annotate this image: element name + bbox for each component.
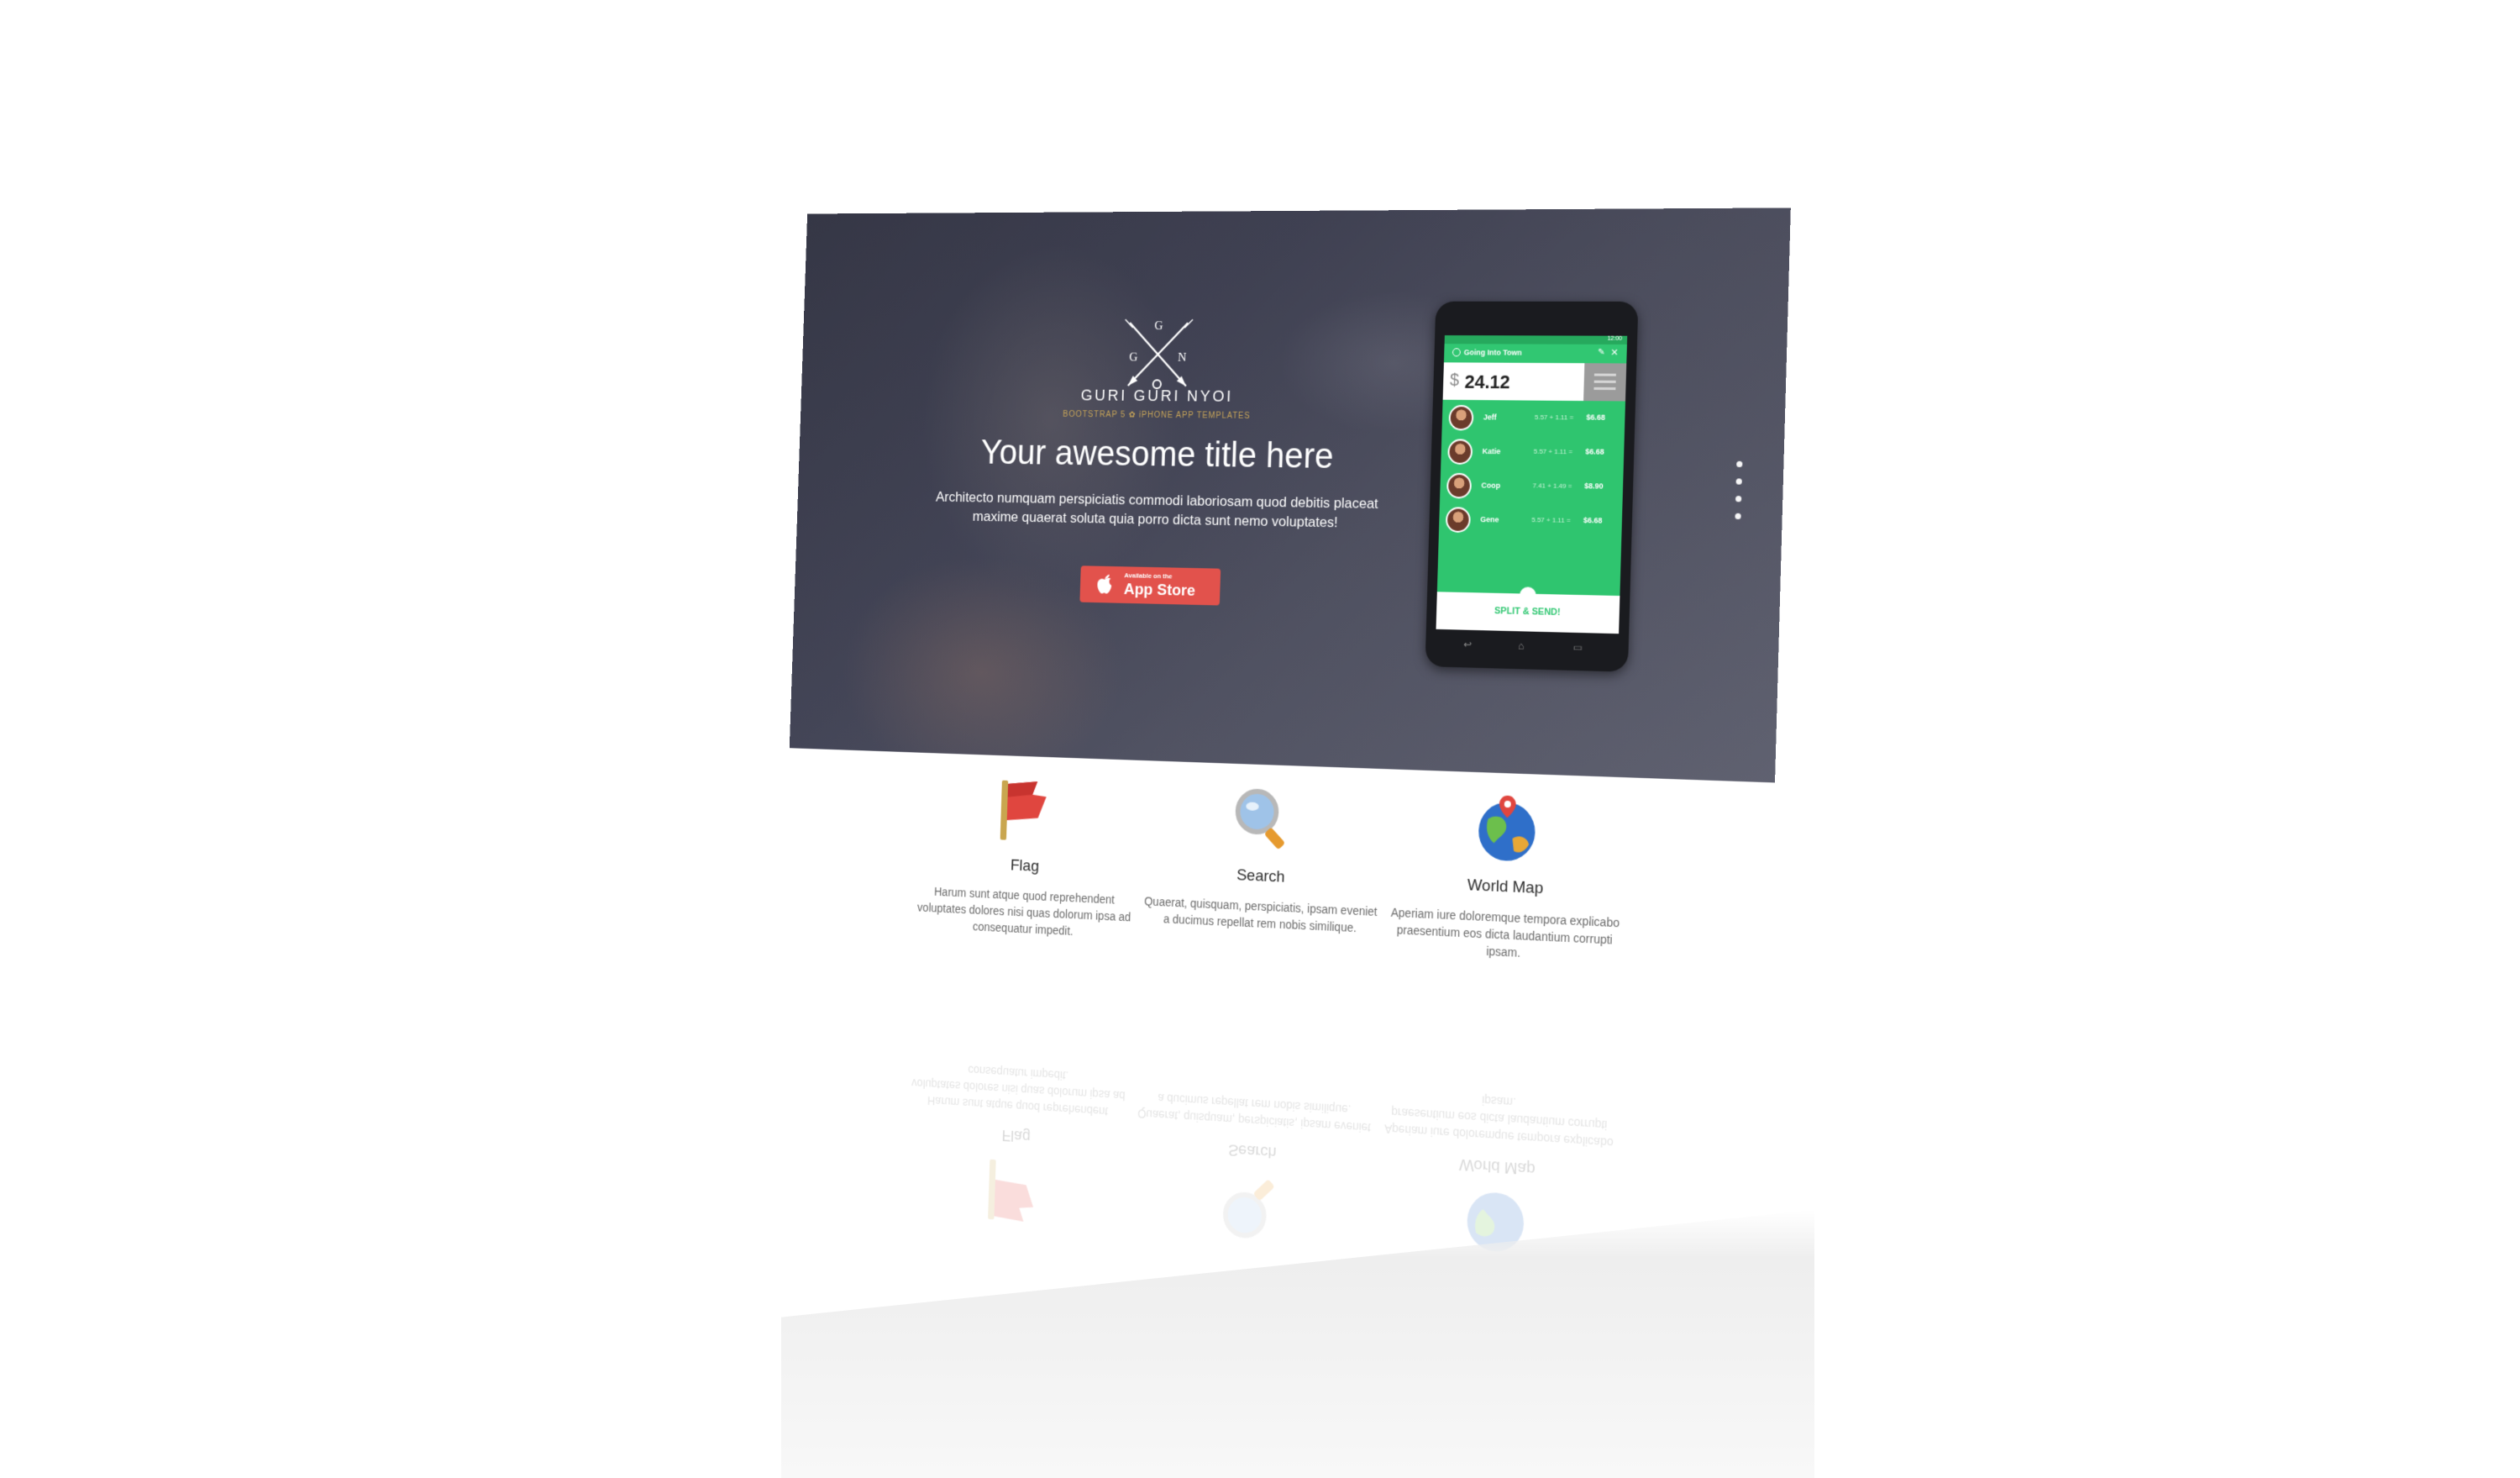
recent-key-icon[interactable]: ▭ <box>1572 641 1583 654</box>
amount-side-panel[interactable] <box>1583 363 1627 402</box>
brand-tagline: BOOTSTRAP 5 ✿ iPHONE APP TEMPLATES <box>1063 409 1251 421</box>
avatar <box>1446 472 1473 499</box>
monogram-right: N <box>1178 351 1187 365</box>
app-store-button[interactable]: Available on the App Store <box>1079 565 1221 606</box>
reflection-description: Quaerat, quisquam, perspiciatis, ipsam e… <box>1137 1091 1372 1135</box>
hero-title: Your awesome title here <box>979 432 1335 476</box>
search-icon <box>1213 1167 1288 1249</box>
person-total: $8.90 <box>1584 481 1604 491</box>
reflection-search: Search Quaerat, quisquam, perspiciatis, … <box>1130 1088 1375 1254</box>
person-total: $6.68 <box>1585 447 1604 456</box>
monogram-top: G <box>1154 319 1163 333</box>
apple-icon <box>1095 573 1113 595</box>
app-logo-icon <box>1452 348 1461 357</box>
slide-dot-2[interactable] <box>1735 478 1742 485</box>
people-list: Jeff 5.57 + 1.11 = $6.68 Katie 5.57 + 1.… <box>1439 402 1625 541</box>
person-name: Jeff <box>1483 413 1497 422</box>
world-map-icon <box>1468 789 1546 869</box>
edit-icon[interactable]: ✎ <box>1598 348 1605 357</box>
reflection-flag: Flag Harum sunt atque quod reprehendent … <box>898 1058 1136 1238</box>
split-send-label: SPLIT & SEND! <box>1494 606 1561 618</box>
slide-dot-1[interactable] <box>1736 460 1743 468</box>
feature-title: Search <box>1236 866 1285 886</box>
total-amount[interactable]: 24.12 <box>1464 371 1510 394</box>
avatar <box>1448 404 1474 431</box>
person-calc: 7.41 + 1.49 = <box>1532 481 1572 491</box>
android-nav-keys: ↩ ⌂ ▭ <box>1458 637 1595 654</box>
reflection-description: Aperiam iure doloremque tempora explicab… <box>1383 1093 1614 1150</box>
avatar <box>1445 507 1471 534</box>
person-name: Coop <box>1481 481 1501 490</box>
slide-dot-4[interactable] <box>1735 513 1741 520</box>
reflection-title: Flag <box>1001 1126 1032 1146</box>
reflection-description: Harum sunt atque quod reprehendent volup… <box>911 1063 1126 1119</box>
reflection-title: World Map <box>1458 1155 1536 1178</box>
perspective-stage: G N G GURI GURI NYOI BOOTSTRAP 5 ✿ iPHON… <box>0 0 2520 1478</box>
flag-icon <box>979 1152 1051 1232</box>
feature-world-map: World Map Aperiam iure doloremque tempor… <box>1379 786 1633 966</box>
appstore-small-label: Available on the <box>1124 571 1173 581</box>
feature-title: Flag <box>1010 856 1040 876</box>
back-key-icon[interactable]: ↩ <box>1463 639 1472 650</box>
drag-notch-icon <box>1519 586 1537 597</box>
flag-icon <box>990 771 1063 849</box>
person-row[interactable]: Katie 5.57 + 1.11 = $6.68 <box>1441 435 1625 471</box>
features-section: Flag Harum sunt atque quod reprehendent … <box>782 765 1775 1028</box>
status-time: 12:00 <box>1607 335 1623 342</box>
person-calc: 5.57 + 1.11 = <box>1533 447 1573 456</box>
close-icon[interactable]: ✕ <box>1610 347 1619 358</box>
app-bar: Going Into Town ✎ ✕ <box>1443 344 1627 364</box>
website-mockup: G N G GURI GURI NYOI BOOTSTRAP 5 ✿ iPHON… <box>789 208 1791 1254</box>
split-send-bar[interactable]: SPLIT & SEND! <box>1436 586 1620 634</box>
feature-title: World Map <box>1467 876 1544 898</box>
home-key-icon[interactable]: ⌂ <box>1518 639 1525 651</box>
feature-description: Quaerat, quisquam, perspiciatis, ipsam e… <box>1143 894 1378 935</box>
person-total: $6.68 <box>1583 515 1603 525</box>
app-title: Going Into Town <box>1463 348 1522 357</box>
person-row[interactable]: Jeff 5.57 + 1.11 = $6.68 <box>1441 402 1625 438</box>
person-row[interactable]: Gene 5.57 + 1.11 = $6.68 <box>1439 503 1623 540</box>
search-icon <box>1226 781 1300 860</box>
person-calc: 5.57 + 1.11 = <box>1534 413 1574 422</box>
person-calc: 5.57 + 1.11 = <box>1531 516 1571 524</box>
currency-symbol: $ <box>1449 371 1460 390</box>
hero-section: G N G GURI GURI NYOI BOOTSTRAP 5 ✿ iPHON… <box>789 208 1791 783</box>
slide-dot-3[interactable] <box>1735 496 1742 502</box>
phone-mockup: 12:00 Going Into Town ✎ ✕ $ 24.12 Jeff 5… <box>1425 301 1639 672</box>
monogram-left: G <box>1129 350 1138 364</box>
person-row[interactable]: Coop 7.41 + 1.49 = $8.90 <box>1440 470 1624 507</box>
feature-description: Aperiam iure doloremque tempora explicab… <box>1390 905 1620 960</box>
amount-bar: $ 24.12 <box>1442 362 1627 402</box>
avatar <box>1447 439 1473 465</box>
hero-description: Architecto numquam perspiciatis commodi … <box>935 488 1378 531</box>
appstore-big-label: App Store <box>1123 581 1196 600</box>
feature-flag: Flag Harum sunt atque quod reprehendent … <box>907 769 1144 943</box>
phone-screen: 12:00 Going Into Town ✎ ✕ $ 24.12 Jeff 5… <box>1436 335 1628 634</box>
reflection-title: Search <box>1227 1140 1277 1161</box>
person-total: $6.68 <box>1586 413 1606 422</box>
feature-search: Search Quaerat, quisquam, perspiciatis, … <box>1140 777 1384 938</box>
brand-name: GURI GURI NYOI <box>1080 387 1234 406</box>
feature-description: Harum sunt atque quod reprehendent volup… <box>916 885 1131 938</box>
slide-indicator <box>1734 460 1746 549</box>
person-name: Katie <box>1482 446 1501 456</box>
person-name: Gene <box>1480 515 1499 524</box>
